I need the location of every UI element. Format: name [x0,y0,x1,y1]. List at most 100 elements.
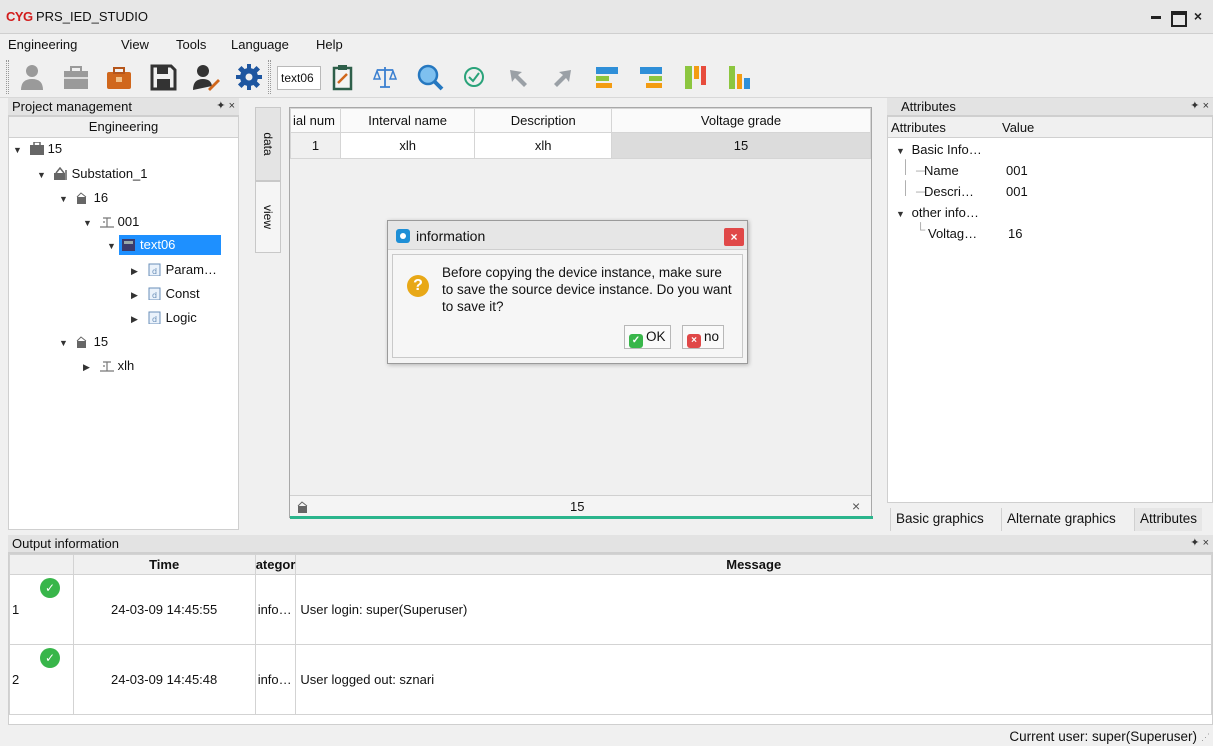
data-set-icon: d [148,311,161,324]
tab-data[interactable]: data [255,107,281,181]
app-logo: CYG [6,9,33,24]
search-icon[interactable] [415,62,445,92]
align-top-icon[interactable] [681,62,711,92]
expand-arrow-icon[interactable]: ▶ [83,362,95,373]
column-header[interactable]: ategor [254,554,297,575]
user-edit-icon[interactable] [191,62,221,92]
tab-basic-graphics[interactable]: Basic graphics [890,508,989,531]
column-header[interactable]: Interval name [339,108,476,133]
table-cell[interactable]: xlh [339,132,476,159]
align-left-icon[interactable] [592,62,622,92]
toolbox-icon[interactable] [104,62,134,92]
column-header[interactable]: ial num [290,108,341,133]
expand-arrow-icon[interactable]: ▼ [896,209,908,219]
align-right-icon[interactable] [636,62,666,92]
align-bottom-icon[interactable] [725,62,755,92]
menu-help[interactable]: Help [316,37,343,52]
settings-gear-icon[interactable] [234,62,264,92]
table-cell[interactable]: User login: super(Superuser) [295,574,1212,645]
expand-arrow-icon[interactable]: ▼ [59,338,71,348]
column-header[interactable]: Voltage grade [611,108,871,133]
attribute-value[interactable]: 001 [1006,163,1028,178]
toolbar-grip[interactable] [6,60,9,94]
clipboard-icon[interactable] [327,62,357,92]
attribute-row[interactable]: │ ─ Name 001 [902,159,1202,184]
user-icon[interactable] [17,62,47,92]
dialog-close-button[interactable]: × [724,228,744,246]
tab-alternate-graphics[interactable]: Alternate graphics [1001,508,1121,531]
resize-grip-icon[interactable]: ⋰ [1201,732,1210,743]
toolbar-grip[interactable] [268,60,271,94]
expand-arrow-icon[interactable]: ▼ [37,170,49,180]
table-cell[interactable]: info… [254,644,297,715]
table-cell[interactable]: 15 [611,132,871,159]
pin-close-icon[interactable]: ✦ × [1190,536,1209,549]
minimize-button[interactable] [1147,7,1165,25]
column-header[interactable]: Message [295,554,1212,575]
column-header[interactable]: Time [72,554,256,575]
tree-node-const[interactable]: ▶ d Const [131,286,200,308]
pin-close-icon[interactable]: ✦ × [1190,99,1209,112]
table-cell[interactable]: xlh [474,132,613,159]
attribute-row[interactable]: └ Voltag… 16 [916,222,1206,247]
expand-arrow-icon[interactable]: ▶ [131,314,143,325]
tree-node-device[interactable]: ▼ text06 [107,235,222,259]
table-row[interactable]: 2 ✓ 24-03-09 14:45:48 info… User logged … [9,644,1212,715]
close-window-button[interactable]: × [1189,7,1207,25]
tab-attributes[interactable]: Attributes [1134,508,1203,531]
tree-node-voltage-level[interactable]: ▼ 15 [59,334,108,356]
column-header[interactable] [9,554,74,575]
expand-arrow-icon[interactable]: ▼ [896,146,908,156]
attribute-name: Basic Info… [911,142,982,157]
save-icon[interactable] [148,62,178,92]
tree-node-substation[interactable]: ▼ Substation_1 [37,166,148,188]
tree-column-header[interactable]: Engineering [9,117,238,138]
tab-view[interactable]: view [255,181,281,253]
table-cell[interactable]: 24-03-09 14:45:48 [72,644,256,715]
menu-engineering[interactable]: Engineering [8,37,77,52]
table-cell[interactable]: User logged out: sznari [295,644,1212,715]
project-manage-icon[interactable] [61,62,91,92]
attribute-group[interactable]: ▼ other info… [896,205,979,226]
grid-footer-tab[interactable]: 15 × [290,495,871,517]
expand-arrow-icon[interactable]: ▼ [107,241,119,251]
tree-node-voltage-level[interactable]: ▼ 16 [59,190,108,212]
maximize-button[interactable] [1168,7,1187,27]
menu-view[interactable]: View [121,37,149,52]
tree-node-bay[interactable]: ▶ xlh [83,358,134,380]
column-header[interactable]: Value [1002,120,1034,135]
ok-button[interactable]: ✓ OK [624,325,671,349]
table-cell[interactable]: 1 [290,132,341,159]
table-row[interactable]: 1 ✓ 24-03-09 14:45:55 info… User login: … [9,574,1212,645]
menu-language[interactable]: Language [231,37,289,52]
expand-arrow-icon[interactable]: ▶ [131,290,143,301]
expand-arrow-icon[interactable]: ▶ [131,266,143,277]
tree-node-param[interactable]: ▶ d Param… [131,262,217,284]
balance-scale-icon[interactable] [370,62,400,92]
attribute-row[interactable]: │ ─ Descri… 001 [902,180,1202,205]
table-row[interactable]: 1 xlh xlh 15 [290,132,871,159]
column-header[interactable]: Description [474,108,613,133]
table-cell[interactable]: info… [254,574,297,645]
menu-tools[interactable]: Tools [176,37,206,52]
attribute-name: Name [924,163,959,178]
table-cell[interactable]: 24-03-09 14:45:55 [72,574,256,645]
footer-close-icon[interactable]: × [852,498,860,514]
expand-arrow-icon[interactable]: ▼ [59,194,71,204]
pin-close-icon[interactable]: ✦ × [216,99,235,112]
tree-node-bay[interactable]: ▼ 001 [83,214,139,236]
expand-arrow-icon[interactable]: ▼ [13,145,25,155]
no-button[interactable]: × no [682,325,725,349]
check-circle-icon[interactable] [459,62,489,92]
expand-arrow-icon[interactable]: ▼ [83,218,95,228]
column-header[interactable]: Attributes [891,120,946,135]
tree-node-logic[interactable]: ▶ d Logic [131,310,197,332]
device-combo[interactable]: text06 [277,66,321,90]
attribute-value[interactable]: 001 [1006,184,1028,199]
tree-node-project[interactable]: ▼ 15 [13,141,62,163]
dialog-title-bar[interactable]: information × [388,221,747,250]
arrow-upright-icon[interactable] [547,62,577,92]
side-tab-strip: data view [255,107,281,253]
arrow-upleft-icon[interactable] [503,62,533,92]
attribute-value[interactable]: 16 [1008,226,1022,241]
